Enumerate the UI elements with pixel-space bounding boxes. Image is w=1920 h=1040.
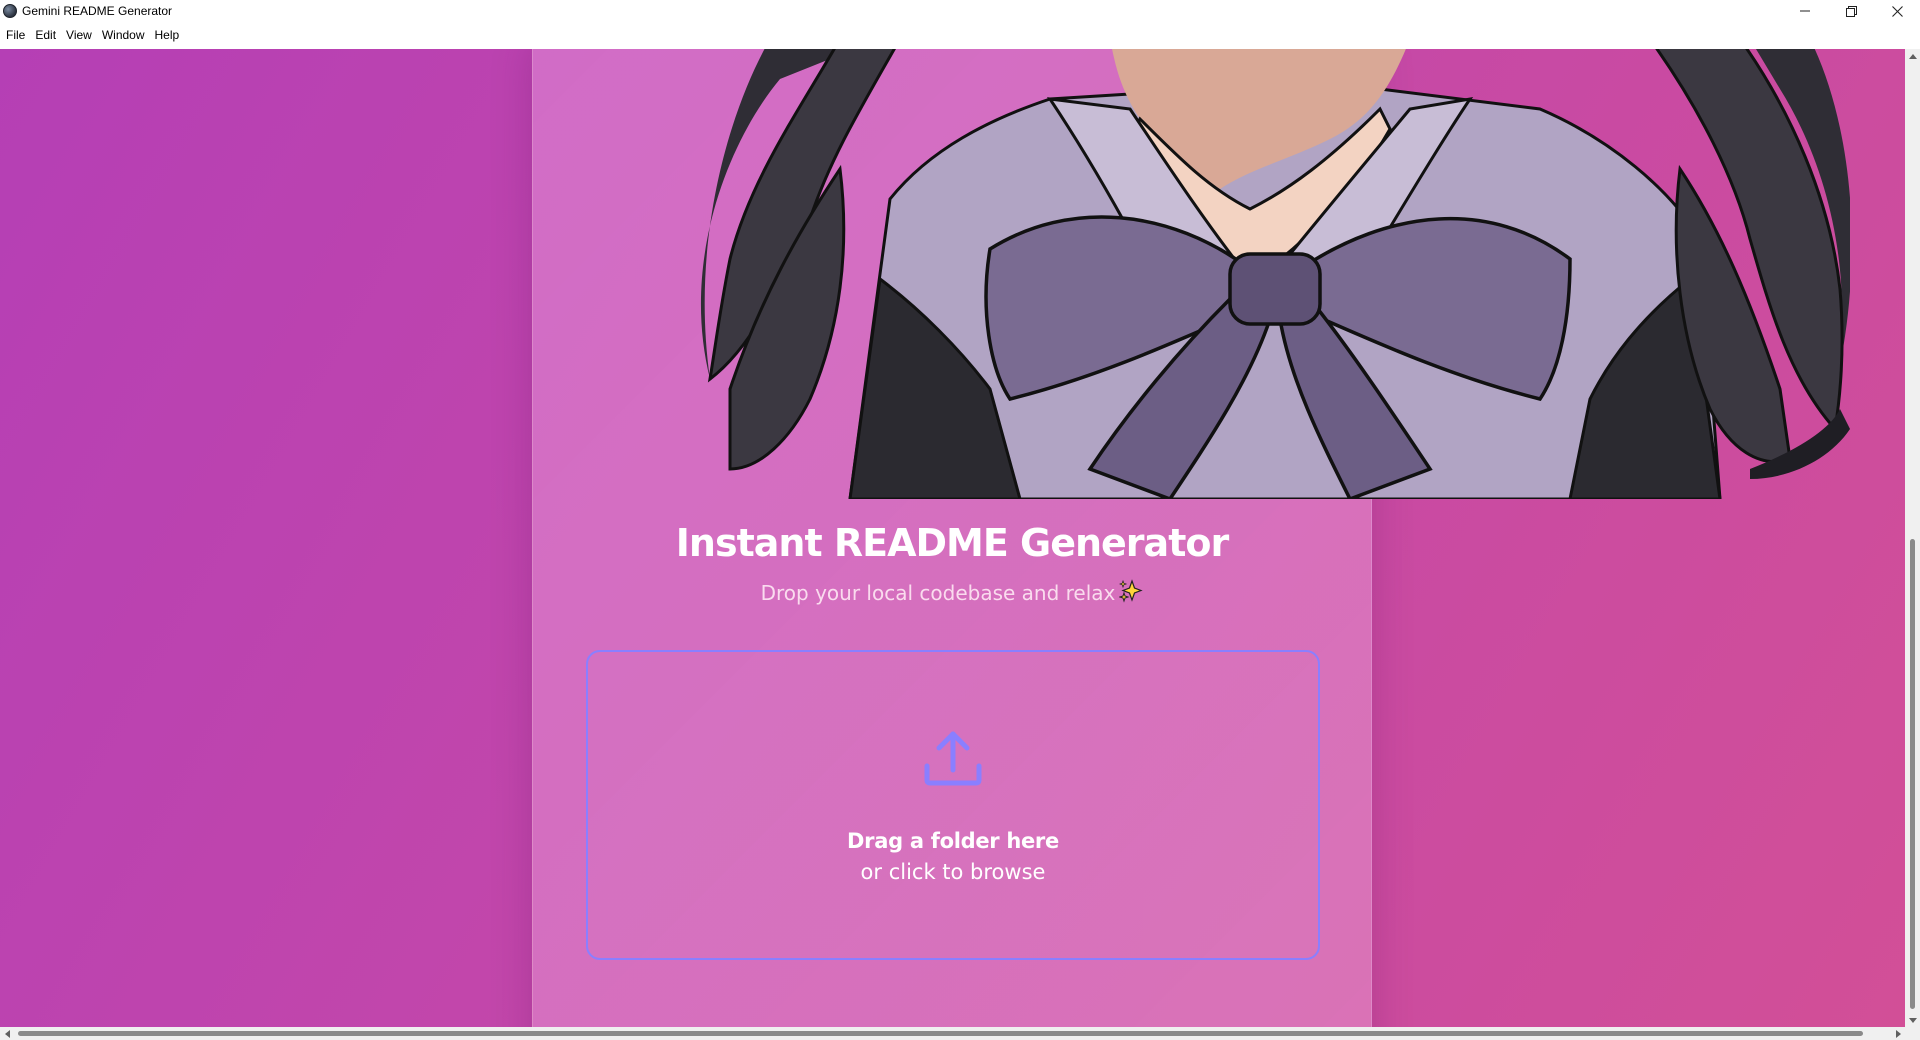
scroll-up-arrow-icon[interactable] — [1905, 49, 1920, 63]
menu-window[interactable]: Window — [97, 22, 150, 49]
vertical-scrollbar[interactable] — [1905, 49, 1920, 1027]
scroll-right-arrow-icon[interactable] — [1891, 1027, 1905, 1040]
close-button[interactable] — [1874, 0, 1920, 22]
menu-bar: File Edit View Window Help — [0, 22, 1920, 49]
subtitle-text: Drop your local codebase and relax — [760, 581, 1116, 605]
app-icon — [3, 4, 17, 18]
minimize-button[interactable] — [1782, 0, 1828, 22]
dropzone-primary-text: Drag a folder here — [847, 829, 1059, 853]
page-subtitle: Drop your local codebase and relax — [532, 579, 1372, 608]
window-title: Gemini README Generator — [22, 4, 173, 18]
close-icon — [1891, 5, 1903, 17]
scroll-down-arrow-icon[interactable] — [1905, 1013, 1920, 1027]
menu-file[interactable]: File — [1, 22, 30, 49]
menu-view[interactable]: View — [61, 22, 97, 49]
scrollbar-corner — [1905, 1027, 1920, 1040]
horizontal-scrollbar[interactable] — [0, 1027, 1905, 1040]
scroll-left-arrow-icon[interactable] — [0, 1027, 14, 1040]
menu-help[interactable]: Help — [150, 22, 185, 49]
menu-edit[interactable]: Edit — [30, 22, 61, 49]
horizontal-scroll-thumb[interactable] — [18, 1031, 1863, 1036]
window-controls — [1782, 0, 1920, 22]
app-viewport: Instant README Generator Drop your local… — [0, 49, 1905, 1027]
minimize-icon — [1800, 10, 1810, 12]
folder-dropzone[interactable]: Drag a folder here or click to browse — [586, 650, 1320, 960]
restore-button[interactable] — [1828, 0, 1874, 22]
sparkles-icon — [1118, 579, 1144, 608]
upload-icon — [924, 731, 982, 786]
title-bar: Gemini README Generator — [0, 0, 1920, 22]
vertical-scroll-thumb[interactable] — [1910, 539, 1915, 1009]
hero-illustration — [700, 49, 1850, 499]
restore-icon — [1845, 5, 1857, 17]
dropzone-secondary-text: or click to browse — [860, 860, 1046, 884]
page-title: Instant README Generator — [675, 521, 1229, 565]
